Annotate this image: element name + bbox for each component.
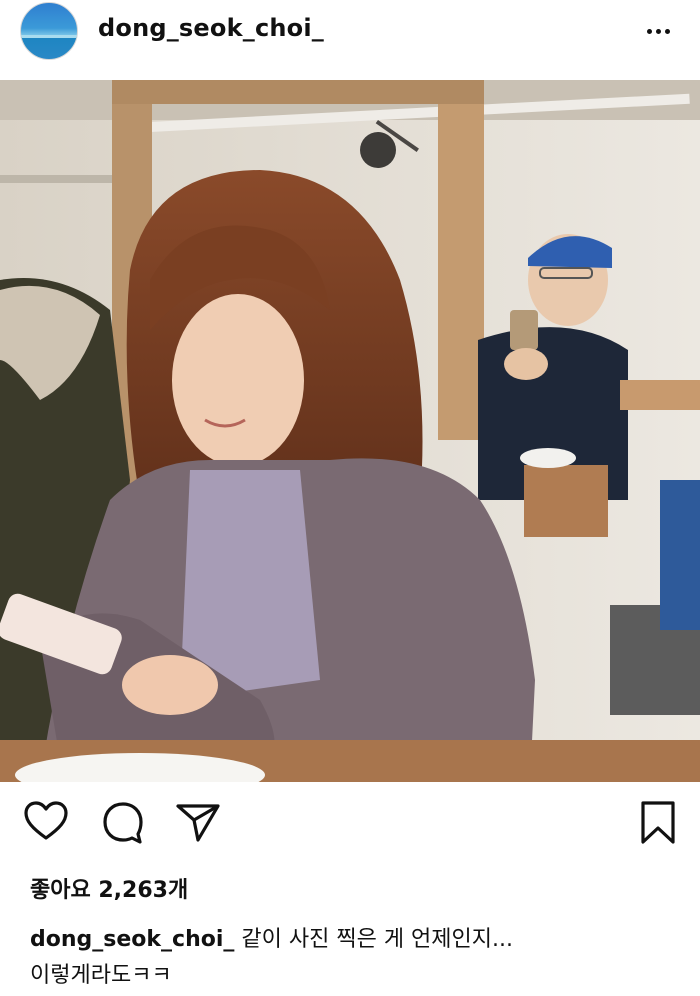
send-icon[interactable] [174, 798, 222, 846]
comment-icon[interactable] [99, 798, 147, 846]
caption-text-1: 같이 사진 찍은 게 언제인지... [241, 927, 513, 952]
post-actions [0, 798, 700, 858]
post-username[interactable]: dong_seok_choi_ [98, 14, 324, 42]
caption-line-1: dong_seok_choi_ 같이 사진 찍은 게 언제인지... [30, 922, 680, 958]
post-photo[interactable] [0, 80, 700, 782]
likes-count[interactable]: 좋아요 2,263개 [30, 872, 188, 904]
post-caption: dong_seok_choi_ 같이 사진 찍은 게 언제인지... 이렇게라도… [30, 922, 680, 994]
more-options-icon[interactable] [640, 18, 676, 44]
post-photo-illustration [0, 80, 700, 782]
caption-username[interactable]: dong_seok_choi_ [30, 927, 234, 952]
heart-icon[interactable] [22, 798, 70, 846]
bookmark-icon[interactable] [634, 798, 682, 846]
post-header: dong_seok_choi_ [0, 0, 700, 80]
avatar[interactable] [20, 2, 78, 60]
caption-text-2: 이렇게라도ㅋㅋ [30, 963, 172, 988]
